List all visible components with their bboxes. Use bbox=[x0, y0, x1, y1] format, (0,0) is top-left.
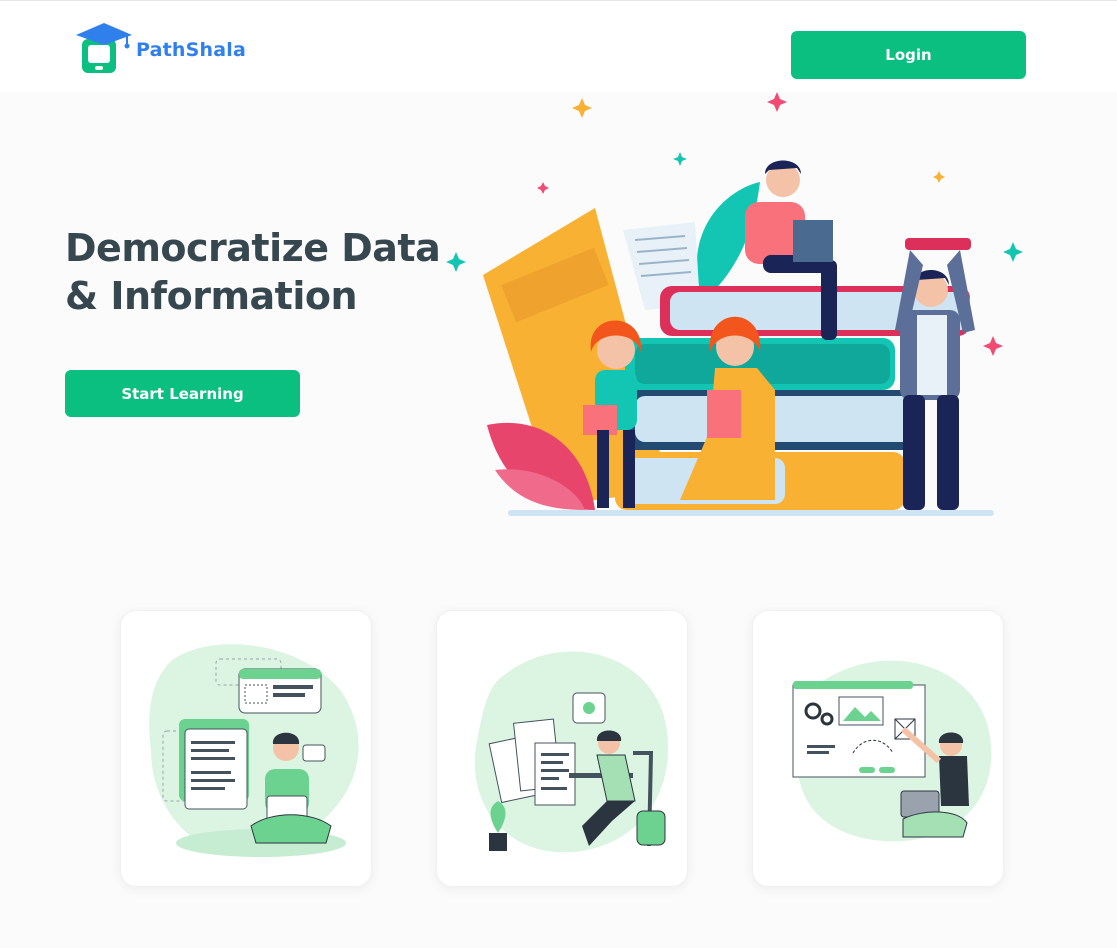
feature-card[interactable] bbox=[436, 610, 688, 887]
start-learning-button[interactable]: Start Learning bbox=[65, 370, 300, 417]
students-reading-books-illustration bbox=[446, 92, 1023, 516]
hero-title: Democratize Data & Information bbox=[65, 226, 441, 318]
feature-card[interactable] bbox=[120, 610, 372, 887]
student-filling-forms-illustration bbox=[474, 651, 669, 853]
navbar: PathShala Login bbox=[0, 0, 1117, 92]
login-button[interactable]: Login bbox=[791, 31, 1026, 79]
presenter-at-whiteboard-illustration bbox=[792, 660, 992, 842]
developer-with-laptop-illustration bbox=[149, 644, 359, 857]
feature-card[interactable] bbox=[752, 610, 1004, 887]
brand-name: PathShala bbox=[136, 39, 247, 61]
brand-logo[interactable]: PathShala bbox=[76, 23, 246, 77]
graduation-cap-monitor-icon bbox=[76, 23, 132, 73]
